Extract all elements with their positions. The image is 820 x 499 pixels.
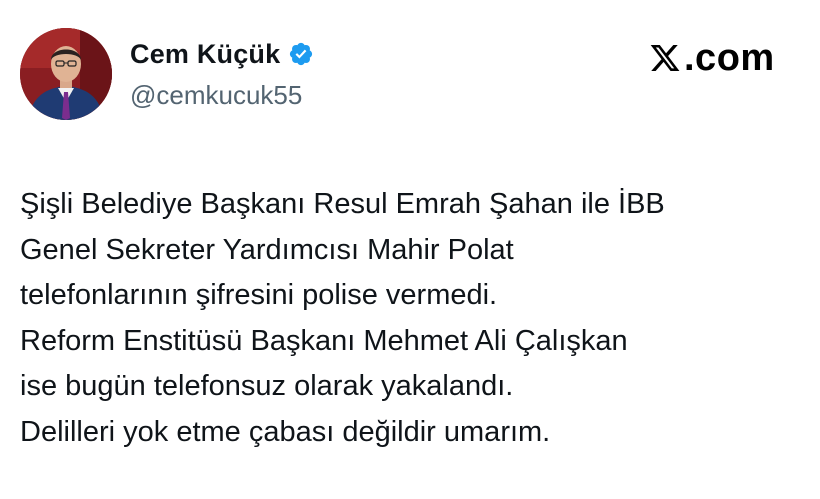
author-display-name[interactable]: Cem Küçük [130,37,314,71]
verified-badge-icon [290,42,313,66]
author-name-text: Cem Küçük [130,39,281,69]
tweet-line: ise bugün telefonsuz olarak yakalandı. [20,370,514,403]
avatar[interactable] [20,28,112,120]
site-brand: .com [648,34,775,82]
tweet-line: Genel Sekreter Yardımcısı Mahir Polat [20,233,514,266]
brand-domain-text: .com [684,36,775,79]
tweet-line: Reform Enstitüsü Başkanı Mehmet Ali Çalı… [20,324,628,357]
profile-photo [20,28,112,120]
x-logo-icon [650,45,680,71]
tweet-line: Şişli Belediye Başkanı Resul Emrah Şahan… [20,188,665,220]
tweet-line: telefonlarının şifresini polise vermedi. [20,279,498,312]
tweet-line: Delilleri yok etme çabası değildir umarı… [20,415,551,448]
author-handle[interactable]: @cemkucuk55 [130,79,302,111]
tweet-card: Cem Küçük @cemkucuk55 .com Şişli Belediy… [0,0,820,499]
tweet-body: Şişli Belediye Başkanı Resul Emrah Şahan… [20,182,800,456]
